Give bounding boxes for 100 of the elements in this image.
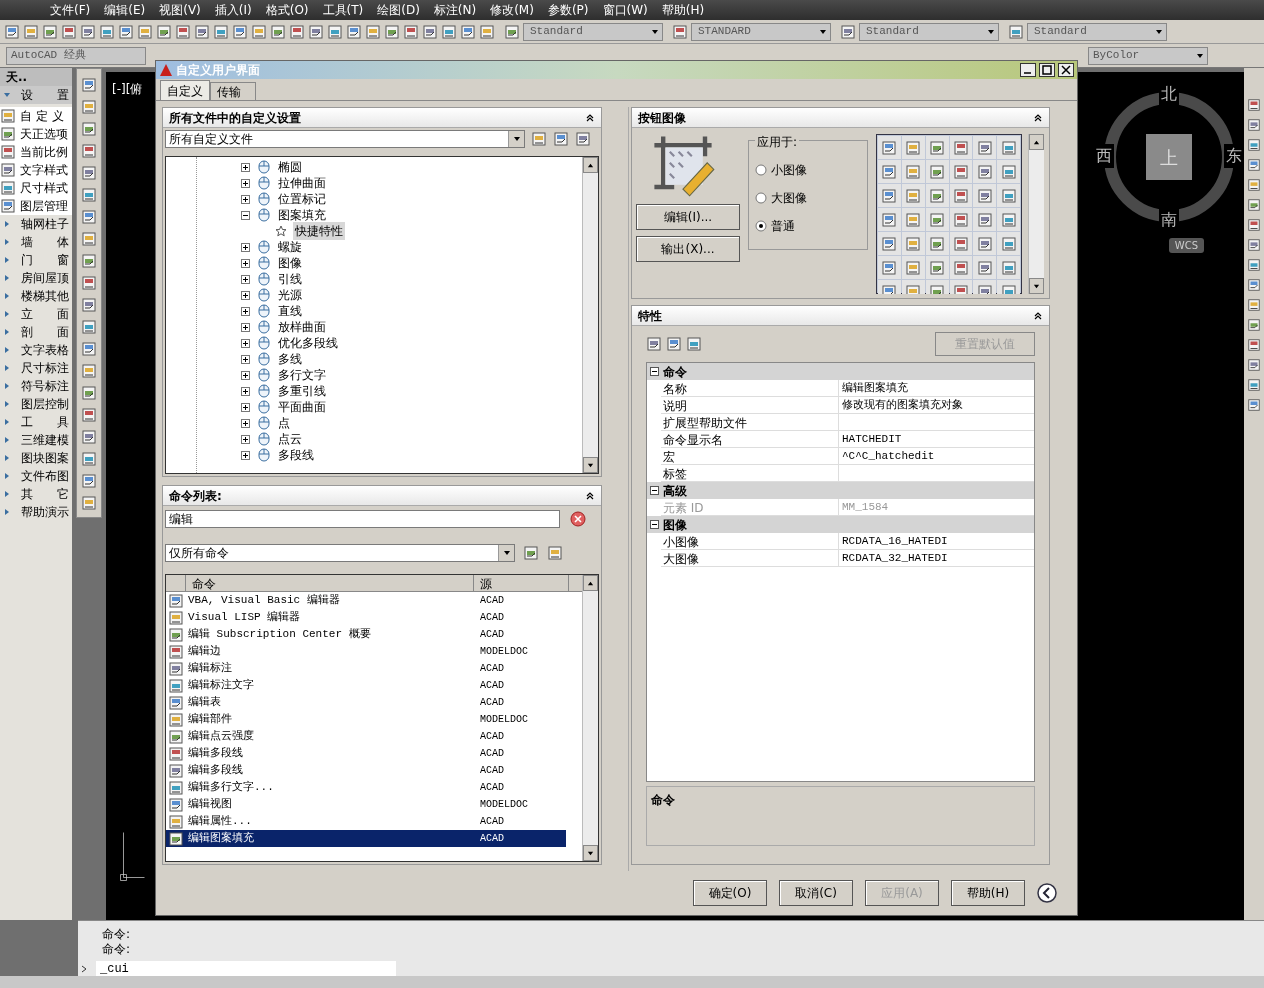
- tree-item[interactable]: 螺旋: [276, 238, 304, 256]
- draw-tool-icon[interactable]: [81, 407, 97, 423]
- gallery-icon[interactable]: [976, 139, 993, 156]
- gallery-icon[interactable]: [905, 283, 922, 294]
- toolbar-icon[interactable]: [384, 23, 400, 40]
- toolbar-icon[interactable]: [23, 23, 39, 40]
- tab[interactable]: 传输: [210, 82, 256, 100]
- tree-item[interactable]: 优化多段线: [276, 334, 340, 352]
- panel-item[interactable]: 工 具: [21, 413, 69, 431]
- property-row[interactable]: 说明 修改现有的图案填充对象: [661, 397, 1034, 414]
- toolbar-icon[interactable]: [175, 23, 191, 40]
- panel-item[interactable]: 剖 面: [21, 323, 69, 341]
- toolbar-icon[interactable]: [232, 23, 248, 40]
- menu-item[interactable]: 标注(N): [433, 1, 477, 19]
- draw-tool-icon[interactable]: [81, 341, 97, 357]
- color-dropdown[interactable]: ByColor: [1088, 46, 1208, 65]
- gallery-icon[interactable]: [976, 163, 993, 180]
- scroll-down-icon[interactable]: [1033, 282, 1040, 290]
- gallery-icon[interactable]: [905, 163, 922, 180]
- expand-node-icon[interactable]: [241, 306, 250, 316]
- toolbar-icon[interactable]: [118, 23, 134, 40]
- gallery-icon[interactable]: [881, 283, 898, 294]
- scroll-up-icon[interactable]: [587, 161, 594, 169]
- open-folder-icon[interactable]: [531, 131, 547, 147]
- collapse-icon[interactable]: [585, 112, 595, 123]
- dialog-button[interactable]: 取消(C): [779, 880, 853, 906]
- search-field[interactable]: 编辑: [165, 510, 560, 528]
- gallery-icon[interactable]: [952, 163, 969, 180]
- menu-item[interactable]: 参数(P): [547, 1, 589, 19]
- toolbar-icon[interactable]: [213, 23, 229, 40]
- command-row[interactable]: 编辑属性... ACAD: [166, 813, 566, 830]
- gallery-icon[interactable]: [952, 139, 969, 156]
- tree-item[interactable]: 多重引线: [276, 382, 328, 400]
- gallery-icon[interactable]: [952, 235, 969, 252]
- toolbar-icon[interactable]: [289, 23, 305, 40]
- ucs-menu[interactable]: WCS: [1168, 238, 1204, 253]
- menu-item[interactable]: 修改(M): [490, 1, 534, 19]
- style-dropdown[interactable]: Standard: [1027, 22, 1167, 41]
- panel-item[interactable]: 图块图案: [21, 449, 69, 467]
- tree-item[interactable]: 图案填充: [276, 206, 328, 224]
- panel-item[interactable]: 立 面: [21, 305, 69, 323]
- gallery-icon[interactable]: [976, 211, 993, 228]
- property-row[interactable]: 扩展型帮助文件: [661, 414, 1034, 431]
- menu-item[interactable]: 窗口(W): [602, 1, 648, 19]
- panel-item[interactable]: 门 窗: [21, 251, 69, 269]
- menu-item[interactable]: 编辑(E): [104, 1, 146, 19]
- command-row[interactable]: 编辑标注文字 ACAD: [166, 677, 566, 694]
- panel-item[interactable]: 文字表格: [21, 341, 69, 359]
- gallery-icon[interactable]: [1000, 283, 1017, 294]
- menu-item[interactable]: 文件(F): [50, 1, 91, 19]
- toolbar-icon[interactable]: [308, 23, 324, 40]
- command-row[interactable]: 编辑多行文字... ACAD: [166, 779, 566, 796]
- panel-item[interactable]: 房间屋顶: [21, 269, 69, 287]
- modify-tool-icon[interactable]: [1247, 198, 1261, 212]
- property-row[interactable]: 命令显示名 HATCHEDIT: [661, 431, 1034, 448]
- menu-item[interactable]: 工具(T): [322, 1, 364, 19]
- draw-tool-icon[interactable]: [81, 363, 97, 379]
- expand-node-icon[interactable]: [241, 450, 250, 460]
- expand-node-icon[interactable]: [241, 178, 250, 188]
- modify-tool-icon[interactable]: [1247, 378, 1261, 392]
- modify-tool-icon[interactable]: [1247, 278, 1261, 292]
- gallery-icon[interactable]: [881, 139, 898, 156]
- draw-tool-icon[interactable]: [81, 121, 97, 137]
- panel-item[interactable]: 图层控制: [21, 395, 69, 413]
- draw-tool-icon[interactable]: [81, 77, 97, 93]
- panel-item[interactable]: 三维建模: [21, 431, 69, 449]
- draw-tool-icon[interactable]: [81, 385, 97, 401]
- draw-tool-icon[interactable]: [81, 451, 97, 467]
- panel-item[interactable]: 轴网柱子: [21, 215, 69, 233]
- scroll-up-icon[interactable]: [1033, 138, 1040, 146]
- draw-tool-icon[interactable]: [81, 231, 97, 247]
- property-row[interactable]: 小图像 RCDATA_16_HATEDI: [661, 533, 1034, 550]
- gallery-icon[interactable]: [976, 235, 993, 252]
- gallery-icon[interactable]: [881, 235, 898, 252]
- command-row[interactable]: 编辑表 ACAD: [166, 694, 566, 711]
- toolbar-icon[interactable]: [441, 23, 457, 40]
- minimize-icon[interactable]: [1020, 63, 1036, 77]
- expand-node-icon[interactable]: [241, 162, 250, 172]
- radio-button[interactable]: [755, 192, 767, 204]
- modify-tool-icon[interactable]: [1247, 298, 1261, 312]
- scroll-down-icon[interactable]: [587, 461, 594, 469]
- categorized-icon[interactable]: [646, 336, 662, 352]
- command-row[interactable]: 编辑标注 ACAD: [166, 660, 566, 677]
- menu-item[interactable]: 插入(I): [214, 1, 252, 19]
- toolbar-icon[interactable]: [327, 23, 343, 40]
- command-row[interactable]: VBA, Visual Basic 编辑器 ACAD: [166, 592, 566, 609]
- draw-tool-icon[interactable]: [81, 209, 97, 225]
- scroll-down-icon[interactable]: [587, 849, 594, 857]
- draw-tool-icon[interactable]: [81, 165, 97, 181]
- gallery-icon[interactable]: [929, 163, 946, 180]
- tree-item[interactable]: 图像: [276, 254, 304, 272]
- gallery-icon[interactable]: [952, 283, 969, 294]
- command-row[interactable]: 编辑 Subscription Center 概要 ACAD: [166, 626, 566, 643]
- gallery-icon[interactable]: [1000, 187, 1017, 204]
- gallery-icon[interactable]: [1000, 259, 1017, 276]
- panel-item[interactable]: 其 它: [21, 485, 69, 503]
- scrollbar[interactable]: [582, 575, 598, 861]
- collapse-group-icon[interactable]: [650, 486, 659, 495]
- dialog-button[interactable]: 帮助(H): [951, 880, 1025, 906]
- draw-tool-icon[interactable]: [81, 143, 97, 159]
